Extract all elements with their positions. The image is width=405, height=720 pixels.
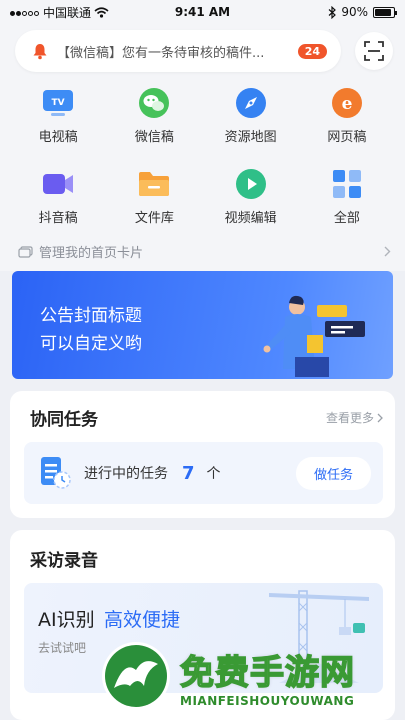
efficient-label: 高效便捷 [104,609,181,631]
wechat-icon [137,86,171,120]
grid-label: 全部 [333,211,360,226]
grid-label: 抖音稿 [38,211,78,226]
web-icon: e [330,86,364,120]
record-card-title: 采访录音 [30,551,98,571]
notice-badge: 24 [297,43,327,59]
do-task-button[interactable]: 做任务 [295,456,371,490]
signal-icon [10,5,40,19]
watermark-cn: 免费手游网 [179,652,355,694]
grid-item-web[interactable]: e 网页稿 [299,86,395,145]
grid-item-resource-map[interactable]: 资源地图 [203,86,299,145]
view-more-link[interactable]: 查看更多 [326,409,383,426]
task-unit: 个 [206,466,221,482]
status-bar: 中国联通 9:41 AM 90% [0,0,405,24]
grid-item-all[interactable]: 全部 [299,167,395,226]
task-card: 协同任务 查看更多 进行中的任务 7 个 做任务 [10,391,395,518]
feature-grid: TV 电视稿 微信稿 资源地图 e 网页稿 抖音稿 文件库 视频编辑 全部 [0,86,405,226]
battery-percent: 90% [341,5,368,19]
watermark-logo [102,642,170,710]
grid-label: 资源地图 [224,130,277,145]
grid-label: 微信稿 [134,130,174,145]
bluetooth-icon [328,5,337,19]
grid-label: 网页稿 [327,130,367,145]
banner-subtitle: 可以自定义哟 [40,334,142,354]
grid-label: 视频编辑 [224,211,277,226]
task-card-title: 协同任务 [30,410,98,430]
scan-icon [364,41,384,61]
chevron-right-icon [377,413,383,422]
task-row[interactable]: 进行中的任务 7 个 做任务 [24,442,383,504]
watermark-en: MIANFEISHOUYOUWANG [180,693,355,708]
status-time: 9:41 AM [174,5,231,19]
banner-title: 公告封面标题 [40,306,142,326]
task-count: 7 [182,462,195,484]
video-camera-icon [41,167,75,201]
compass-icon [234,86,268,120]
grid-item-tv[interactable]: TV 电视稿 [10,86,106,145]
cards-icon [18,245,33,258]
notice-bar[interactable]: 【微信稿】您有一条待审核的稿件... 24 [15,30,341,72]
carrier: 中国联通 [43,5,92,20]
grid-label: 电视稿 [38,130,78,145]
grid-item-douyin[interactable]: 抖音稿 [10,167,106,226]
scan-button[interactable] [355,32,393,70]
grid-item-video-edit[interactable]: 视频编辑 [203,167,299,226]
folder-icon [137,167,171,201]
play-icon [234,167,268,201]
manage-label: 管理我的首页卡片 [39,246,144,261]
person-illustration [263,295,365,377]
task-label: 进行中的任务 [84,466,168,482]
document-clock-icon [41,457,71,489]
view-more-label: 查看更多 [325,411,374,425]
grid-item-wechat[interactable]: 微信稿 [106,86,202,145]
notice-text: 【微信稿】您有一条待审核的稿件... [57,45,265,61]
manage-cards-row[interactable]: 管理我的首页卡片 [0,226,405,271]
grid-label: 文件库 [134,211,174,226]
svg-text:TV: TV [52,98,65,108]
try-link[interactable]: 去试试吧 [38,639,86,656]
watermark: 免费手游网 MIANFEISHOUYOUWANG [100,632,400,720]
ai-label: AI识别 [38,609,95,631]
wifi-icon [94,6,109,18]
svg-text:e: e [341,94,352,114]
announcement-banner[interactable]: 公告封面标题 可以自定义哟 [12,271,393,379]
grid-item-file-library[interactable]: 文件库 [106,167,202,226]
grid-icon [330,167,364,201]
tv-icon: TV [41,86,75,120]
battery-icon [372,6,397,18]
chevron-right-icon [384,246,391,257]
bell-icon [33,44,47,60]
